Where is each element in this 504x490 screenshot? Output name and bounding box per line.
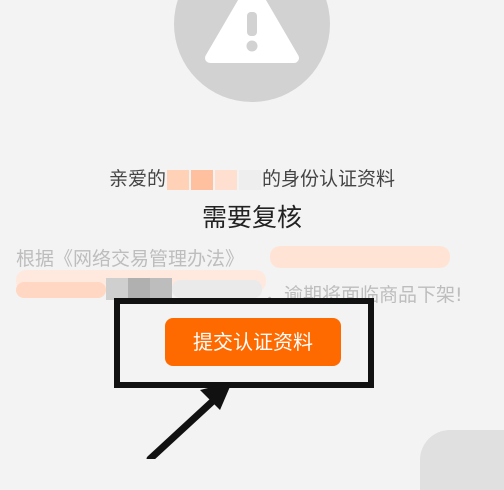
arrow-icon xyxy=(146,382,232,459)
floating-button[interactable] xyxy=(420,430,504,490)
